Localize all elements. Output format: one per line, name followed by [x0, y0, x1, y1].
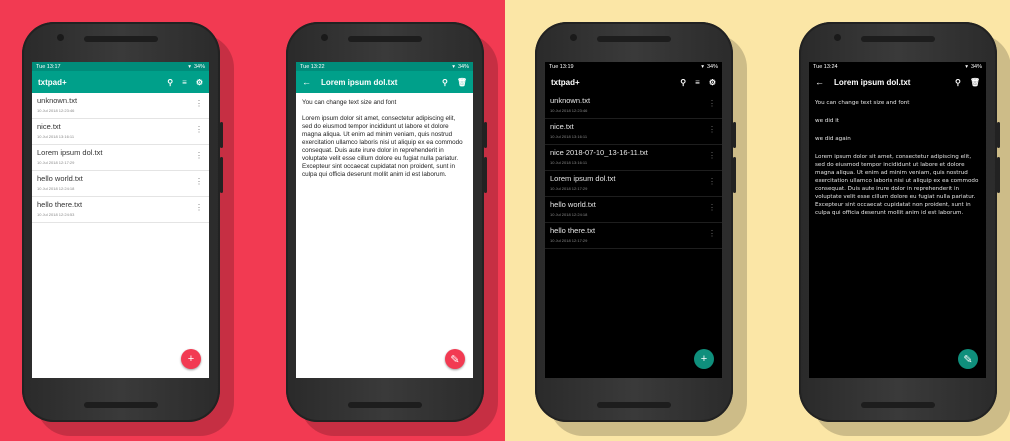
list-item[interactable]: Lorem ipsum dol.txt 10 Jul 2018 12:17:29 ⋮: [545, 171, 722, 197]
more-icon[interactable]: ⋮: [708, 126, 716, 134]
settings-icon[interactable]: ⚙: [709, 78, 716, 87]
app-title: txtpad+: [551, 77, 580, 87]
search-icon[interactable]: ⚲: [680, 78, 686, 87]
app-bar: txtpad+ ⚲ ≡ ⚙: [32, 71, 209, 93]
speaker: [597, 36, 671, 42]
phone-dark-list: Tue 13:19 ▾ 34% txtpad+ ⚲ ≡ ⚙ unknown.txt…: [535, 22, 747, 436]
document-title: Lorem ipsum dol.txt: [834, 77, 911, 87]
edit-button[interactable]: ✎: [445, 349, 465, 369]
screen: Tue 13:22 ▾ 34% ← Lorem ipsum dol.txt ⚲ 🗑…: [296, 62, 473, 378]
list-item[interactable]: nice.txt 10 Jul 2018 13:16:11 ⋮: [32, 119, 209, 145]
document-body[interactable]: You can change text size and font Lorem …: [296, 93, 473, 193]
list-item[interactable]: nice 2018-07-10_13-16-11.txt 10 Jul 2018 …: [545, 145, 722, 171]
app-bar: txtpad+ ⚲ ≡ ⚙: [545, 71, 722, 93]
phone-light-list: Tue 13:17 ▾ 34% txtpad+ ⚲ ≡ ⚙ unknown.txt…: [22, 22, 234, 436]
search-icon[interactable]: ⚲: [442, 78, 448, 87]
app-title: txtpad+: [38, 77, 67, 87]
camera: [321, 34, 328, 41]
add-file-button[interactable]: +: [181, 349, 201, 369]
screen: Tue 13:17 ▾ 34% txtpad+ ⚲ ≡ ⚙ unknown.txt…: [32, 62, 209, 378]
list-item[interactable]: Lorem ipsum dol.txt 10 Jul 2018 12:17:29 ⋮: [32, 145, 209, 171]
list-item[interactable]: hello world.txt 10 Jul 2018 12:24:18 ⋮: [32, 171, 209, 197]
camera: [57, 34, 64, 41]
phone-dark-editor: Tue 13:24 ▾ 34% ← Lorem ipsum dol.txt ⚲ 🗑…: [799, 22, 1010, 436]
back-icon[interactable]: ←: [815, 77, 824, 87]
status-time: Tue 13:19: [549, 63, 574, 70]
more-icon[interactable]: ⋮: [708, 100, 716, 108]
status-bar: Tue 13:17 ▾ 34%: [32, 62, 209, 71]
status-bar: Tue 13:19 ▾ 34%: [545, 62, 722, 71]
sort-icon[interactable]: ≡: [695, 78, 700, 87]
speaker-bottom: [861, 402, 935, 408]
list-item[interactable]: nice.txt 10 Jul 2018 13:16:11 ⋮: [545, 119, 722, 145]
wifi-icon: ▾: [965, 63, 968, 70]
status-time: Tue 13:24: [813, 63, 838, 70]
battery-level: 34%: [193, 63, 205, 70]
list-item[interactable]: unknown.txt 10 Jul 2018 12:23:46 ⋮: [32, 93, 209, 119]
speaker-bottom: [84, 402, 158, 408]
doc-paragraph: we did again: [815, 136, 851, 142]
search-icon[interactable]: ⚲: [167, 78, 173, 87]
document-body[interactable]: You can change text size and font we did…: [809, 93, 986, 233]
speaker-bottom: [348, 402, 422, 408]
phone-light-editor: Tue 13:22 ▾ 34% ← Lorem ipsum dol.txt ⚲ 🗑…: [286, 22, 498, 436]
more-icon[interactable]: ⋮: [195, 204, 203, 212]
more-icon[interactable]: ⋮: [708, 204, 716, 212]
battery-level: 34%: [706, 63, 718, 70]
sort-icon[interactable]: ≡: [182, 78, 187, 87]
more-icon[interactable]: ⋮: [195, 152, 203, 160]
more-icon[interactable]: ⋮: [708, 178, 716, 186]
file-list: unknown.txt 10 Jul 2018 12:23:46 ⋮ nice.tx…: [545, 93, 722, 249]
battery-level: 34%: [457, 63, 469, 70]
list-item[interactable]: hello there.txt 10 Jul 2018 12:24:53 ⋮: [32, 197, 209, 223]
wifi-icon: ▾: [188, 63, 191, 70]
wifi-icon: ▾: [701, 63, 704, 70]
more-icon[interactable]: ⋮: [708, 152, 716, 160]
app-bar: ← Lorem ipsum dol.txt ⚲ 🗑: [809, 71, 986, 93]
list-item[interactable]: hello world.txt 10 Jul 2018 12:24:18 ⋮: [545, 197, 722, 223]
camera: [570, 34, 577, 41]
doc-paragraph: You can change text size and font: [815, 100, 910, 106]
more-icon[interactable]: ⋮: [195, 100, 203, 108]
file-list: unknown.txt 10 Jul 2018 12:23:46 ⋮ nice.tx…: [32, 93, 209, 223]
edit-button[interactable]: ✎: [958, 349, 978, 369]
status-time: Tue 13:17: [36, 63, 61, 70]
list-item[interactable]: hello there.txt 10 Jul 2018 12:17:29 ⋮: [545, 223, 722, 249]
more-icon[interactable]: ⋮: [195, 178, 203, 186]
app-bar: ← Lorem ipsum dol.txt ⚲ 🗑: [296, 71, 473, 93]
speaker: [84, 36, 158, 42]
delete-icon[interactable]: 🗑: [970, 78, 980, 87]
status-bar: Tue 13:22 ▾ 34%: [296, 62, 473, 71]
search-icon[interactable]: ⚲: [955, 78, 961, 87]
doc-paragraph: Lorem ipsum dolor sit amet, consectetur …: [815, 154, 979, 216]
status-bar: Tue 13:24 ▾ 34%: [809, 62, 986, 71]
screen: Tue 13:24 ▾ 34% ← Lorem ipsum dol.txt ⚲ 🗑…: [809, 62, 986, 378]
back-icon[interactable]: ←: [302, 77, 311, 87]
wifi-icon: ▾: [452, 63, 455, 70]
speaker: [861, 36, 935, 42]
more-icon[interactable]: ⋮: [708, 230, 716, 238]
document-title: Lorem ipsum dol.txt: [321, 77, 398, 87]
speaker: [348, 36, 422, 42]
camera: [834, 34, 841, 41]
add-file-button[interactable]: +: [694, 349, 714, 369]
delete-icon[interactable]: 🗑: [457, 78, 467, 87]
doc-paragraph: You can change text size and font: [302, 99, 397, 106]
more-icon[interactable]: ⋮: [195, 126, 203, 134]
status-time: Tue 13:22: [300, 63, 325, 70]
settings-icon[interactable]: ⚙: [196, 78, 203, 87]
doc-paragraph: Lorem ipsum dolor sit amet, consectetur …: [302, 115, 463, 178]
battery-level: 34%: [970, 63, 982, 70]
screen: Tue 13:19 ▾ 34% txtpad+ ⚲ ≡ ⚙ unknown.txt…: [545, 62, 722, 378]
list-item[interactable]: unknown.txt 10 Jul 2018 12:23:46 ⋮: [545, 93, 722, 119]
doc-paragraph: we did it: [815, 118, 839, 124]
speaker-bottom: [597, 402, 671, 408]
